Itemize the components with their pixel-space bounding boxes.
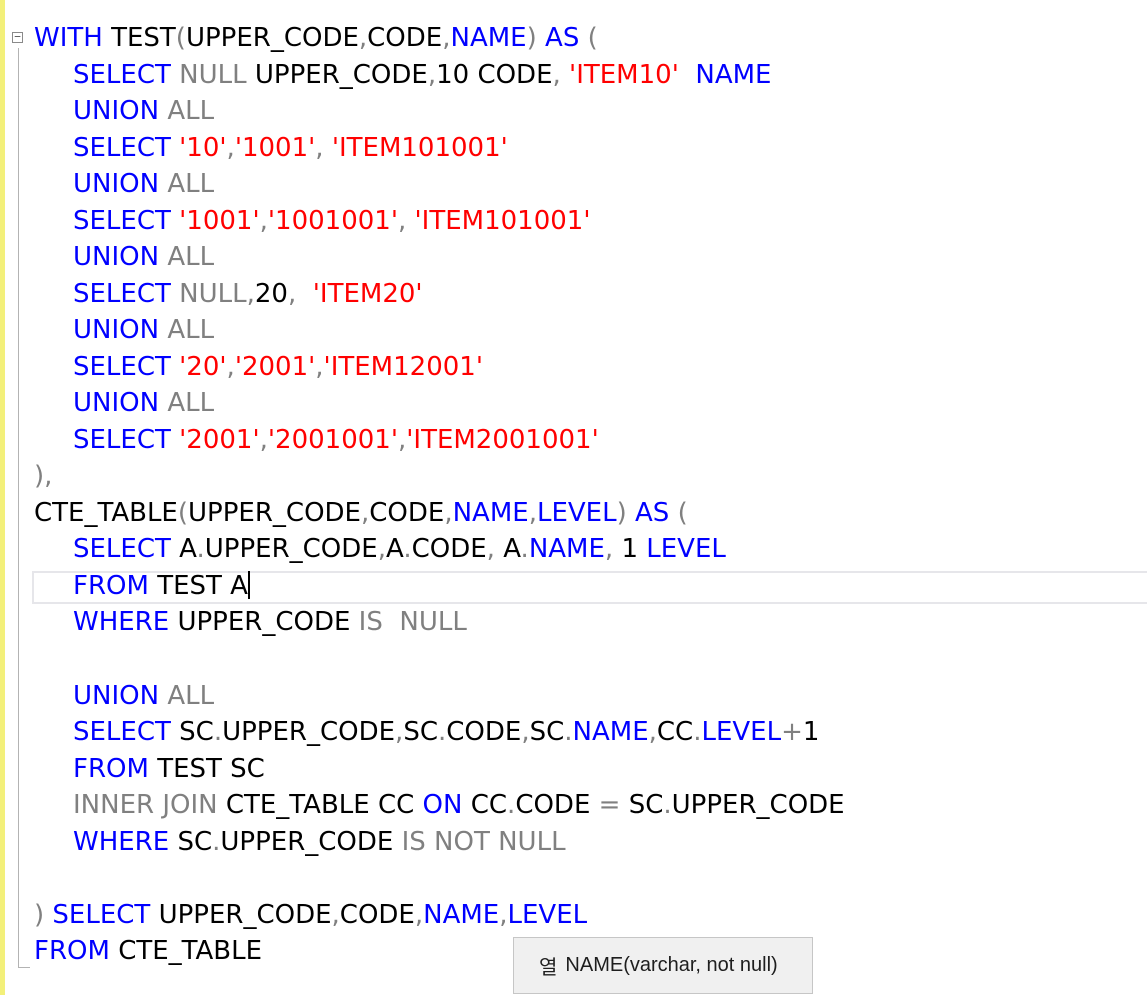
code-line: INNER JOIN CTE_TABLE CC ON CC.CODE = SC.…: [73, 790, 845, 820]
code-line: FROM CTE_TABLE: [34, 936, 263, 966]
text-caret: [247, 571, 250, 599]
change-marker-bar: [0, 0, 5, 995]
code-line: SELECT '1001','1001001', 'ITEM101001': [73, 206, 591, 236]
code-line: UNION ALL: [73, 681, 215, 711]
code-line: SELECT SC.UPPER_CODE,SC.CODE,SC.NAME,CC.…: [73, 717, 820, 747]
fold-collapse-icon[interactable]: −: [12, 31, 23, 43]
code-line: SELECT '2001','2001001','ITEM2001001': [73, 425, 599, 455]
code-line: UNION ALL: [73, 388, 215, 418]
code-line: WHERE UPPER_CODE IS NULL: [73, 607, 467, 637]
code-line-current: FROM TEST A: [73, 571, 250, 601]
code-line: SELECT NULL,20, 'ITEM20': [73, 279, 423, 309]
code-line: UNION ALL: [73, 242, 215, 272]
code-line: ),: [34, 461, 53, 491]
fold-guide-end: [18, 967, 30, 968]
sql-editor[interactable]: − WITH TEST(UPPER_CODE,CODE,NAME) AS ( S…: [0, 0, 1147, 995]
code-line: UNION ALL: [73, 96, 215, 126]
column-info-tooltip: 열 NAME(varchar, not null): [513, 937, 813, 994]
code-line: ) SELECT UPPER_CODE,CODE,NAME,LEVEL: [34, 900, 588, 930]
code-line: CTE_TABLE(UPPER_CODE,CODE,NAME,LEVEL) AS…: [34, 498, 688, 528]
code-line: FROM TEST SC: [73, 754, 265, 784]
column-icon: 열: [539, 957, 558, 979]
code-line: SELECT '10','1001', 'ITEM101001': [73, 133, 508, 163]
code-line: UNION ALL: [73, 169, 215, 199]
code-line: SELECT NULL UPPER_CODE,10 CODE, 'ITEM10'…: [73, 60, 772, 90]
code-line: WHERE SC.UPPER_CODE IS NOT NULL: [73, 827, 566, 857]
code-line: UNION ALL: [73, 315, 215, 345]
code-line: SELECT A.UPPER_CODE,A.CODE, A.NAME, 1 LE…: [73, 534, 726, 564]
code-line: WITH TEST(UPPER_CODE,CODE,NAME) AS (: [34, 23, 598, 53]
tooltip-text: NAME(varchar, not null): [565, 954, 778, 976]
code-line: SELECT '20','2001','ITEM12001': [73, 352, 483, 382]
fold-guide-line: [18, 48, 19, 968]
